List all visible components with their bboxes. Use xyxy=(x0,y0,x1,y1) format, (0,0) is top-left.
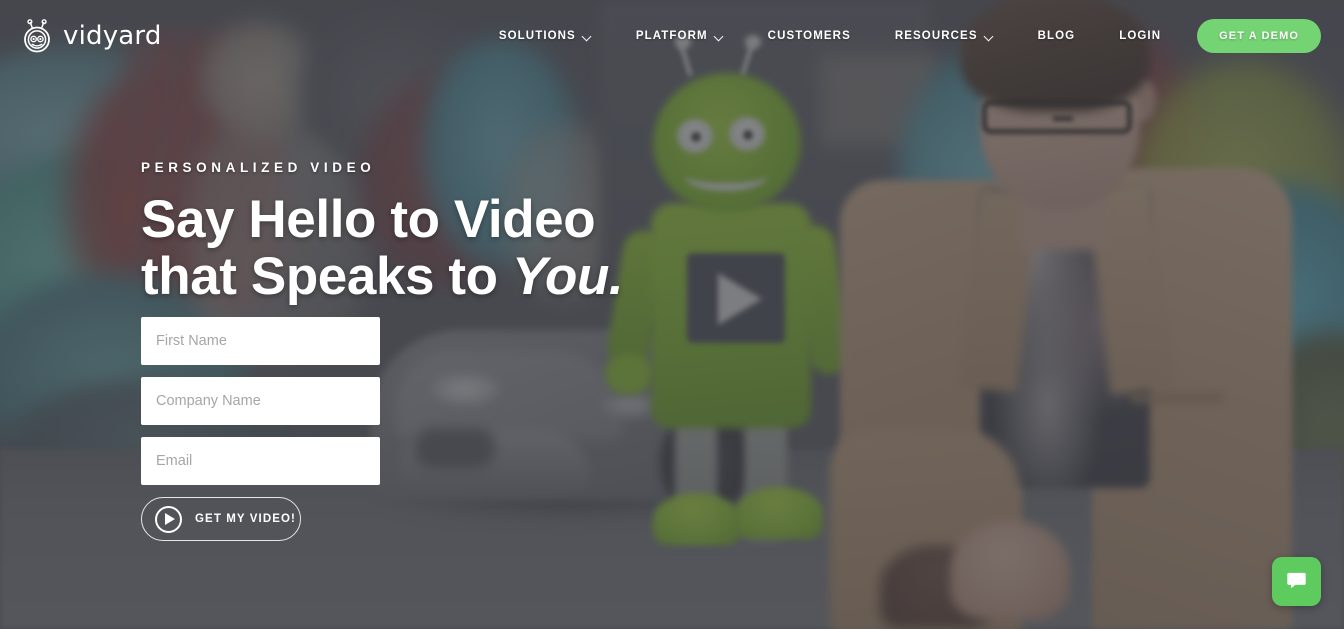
company-name-input[interactable] xyxy=(141,377,380,425)
chevron-down-icon xyxy=(985,32,994,41)
nav-item-solutions[interactable]: SOLUTIONS xyxy=(477,30,614,42)
get-my-video-label: GET MY VIDEO! xyxy=(195,513,296,525)
first-name-input[interactable] xyxy=(141,317,380,365)
vidyard-logo[interactable]: vidyard xyxy=(20,19,162,53)
nav-item-customers[interactable]: CUSTOMERS xyxy=(746,30,873,42)
nav-item-blog[interactable]: BLOG xyxy=(1016,30,1098,42)
hero-eyebrow: PERSONALIZED VIDEO xyxy=(141,160,376,175)
chevron-down-icon xyxy=(715,32,724,41)
chevron-down-icon xyxy=(583,32,592,41)
nav-label-customers: CUSTOMERS xyxy=(767,30,851,42)
email-input[interactable] xyxy=(141,437,380,485)
chat-bubble-icon xyxy=(1285,569,1308,595)
site-header: vidyard SOLUTIONS PLATFORM CUSTOMERS RES… xyxy=(0,0,1344,72)
nav-item-platform[interactable]: PLATFORM xyxy=(614,30,746,42)
nav-label-blog: BLOG xyxy=(1037,30,1076,42)
get-my-video-button[interactable]: GET MY VIDEO! xyxy=(141,497,301,541)
nav-item-resources[interactable]: RESOURCES xyxy=(873,30,1016,42)
nav-label-solutions: SOLUTIONS xyxy=(498,30,576,42)
headline-line-2-plain: that Speaks to xyxy=(141,246,512,306)
vidyard-wordmark: vidyard xyxy=(63,21,162,51)
play-circle-icon xyxy=(155,505,182,533)
nav-label-resources: RESOURCES xyxy=(894,30,978,42)
main-navigation: SOLUTIONS PLATFORM CUSTOMERS RESOURCES B… xyxy=(477,19,1344,53)
lead-capture-form: GET MY VIDEO! xyxy=(141,317,380,541)
nav-item-login[interactable]: LOGIN xyxy=(1097,30,1183,42)
headline-line-1: Say Hello to Video xyxy=(141,190,596,249)
headline-line-2-italic: You. xyxy=(511,246,624,306)
vidyard-robot-head-icon xyxy=(20,19,54,53)
page-title: Say Hello to Video that Speaks to You. xyxy=(141,190,761,306)
get-a-demo-button[interactable]: GET A DEMO xyxy=(1197,19,1321,53)
chat-widget-button[interactable] xyxy=(1272,557,1321,606)
hero-copy-block: PERSONALIZED VIDEO Say Hello to Video th… xyxy=(141,160,761,305)
nav-label-platform: PLATFORM xyxy=(635,30,708,42)
nav-label-login: LOGIN xyxy=(1119,30,1162,42)
